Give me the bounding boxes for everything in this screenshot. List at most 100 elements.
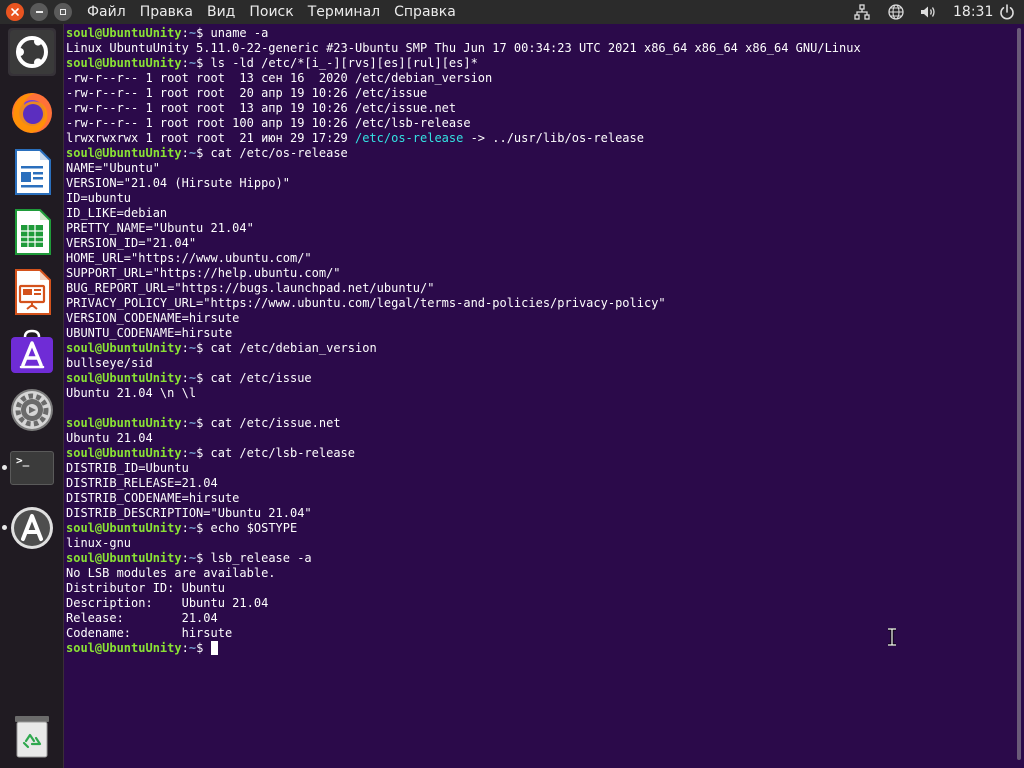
prompt-line: soul@UbuntuUnity:~$ cat /etc/os-release: [66, 146, 348, 160]
symlink-target: -> ../usr/lib/os-release: [463, 131, 644, 145]
menu-view[interactable]: Вид: [200, 4, 242, 20]
terminal-icon: >_: [10, 451, 54, 485]
output-line: -rw-r--r-- 1 root root 13 апр 19 10:26 /…: [66, 101, 457, 115]
command-text: cat /etc/os-release: [210, 146, 348, 160]
prompt-path: ~: [188, 341, 197, 355]
command-text: cat /etc/debian_version: [210, 341, 377, 355]
prompt-path: ~: [188, 26, 197, 40]
prompt-user: soul@UbuntuUnity: [66, 521, 182, 535]
command-text: lsb_release -a: [210, 551, 312, 565]
menu-terminal[interactable]: Терминал: [301, 4, 387, 20]
output-line: BUG_REPORT_URL="https://bugs.launchpad.n…: [66, 281, 435, 295]
command-text: cat /etc/issue: [210, 371, 312, 385]
prompt-user: soul@UbuntuUnity: [66, 641, 182, 655]
prompt-user: soul@UbuntuUnity: [66, 551, 182, 565]
output-line: VERSION="21.04 (Hirsute Hippo)": [66, 176, 290, 190]
output-line: Distributor ID: Ubuntu: [66, 581, 225, 595]
output-line: Linux UbuntuUnity 5.11.0-22-generic #23-…: [66, 41, 861, 55]
ubuntu-logo-icon: [10, 30, 54, 74]
impress-icon: [15, 269, 51, 315]
menu-search[interactable]: Поиск: [242, 4, 300, 20]
output-line: HOME_URL="https://www.ubuntu.com/": [66, 251, 312, 265]
software-updater-icon: [11, 507, 53, 549]
output-line: NAME="Ubuntu": [66, 161, 160, 175]
running-indicator: [2, 465, 7, 470]
output-line: -rw-r--r-- 1 root root 100 апр 19 10:26 …: [66, 116, 471, 130]
output-line: -rw-r--r-- 1 root root 13 сен 16 2020 /e…: [66, 71, 493, 85]
trash-launcher[interactable]: [8, 712, 56, 760]
software-updater-launcher[interactable]: [8, 504, 56, 552]
output-line: bullseye/sid: [66, 356, 153, 370]
prompt-user: soul@UbuntuUnity: [66, 56, 182, 70]
command-text: echo $OSTYPE: [210, 521, 298, 535]
ubuntu-dash-button[interactable]: [8, 28, 56, 76]
impress-launcher[interactable]: [8, 268, 56, 316]
output-line: No LSB modules are available.: [66, 566, 276, 580]
output-line: PRETTY_NAME="Ubuntu 21.04": [66, 221, 254, 235]
app-center-launcher[interactable]: [8, 328, 56, 376]
app-menu-bar: Файл Правка Вид Поиск Терминал Справка: [80, 0, 463, 24]
power-indicator[interactable]: [998, 3, 1016, 21]
prompt-path: ~: [188, 521, 197, 535]
prompt-path: ~: [188, 146, 197, 160]
prompt-line: soul@UbuntuUnity:~$ cat /etc/lsb-release: [66, 446, 356, 460]
sound-indicator[interactable]: [919, 3, 937, 21]
minimize-window-button[interactable]: [30, 3, 48, 21]
output-line: DISTRIB_RELEASE=21.04: [66, 476, 218, 490]
prompt-user: soul@UbuntuUnity: [66, 26, 182, 40]
prompt-line: soul@UbuntuUnity:~$ echo $OSTYPE: [66, 521, 298, 535]
output-line: DISTRIB_CODENAME=hirsute: [66, 491, 240, 505]
clock[interactable]: 18:31: [953, 0, 993, 24]
network-indicator[interactable]: [853, 3, 871, 21]
menu-file[interactable]: Файл: [80, 4, 133, 20]
command-text: cat /etc/lsb-release: [210, 446, 356, 460]
output-line: VERSION_ID="21.04": [66, 236, 197, 250]
menu-help[interactable]: Справка: [387, 4, 463, 20]
menu-edit[interactable]: Правка: [133, 4, 200, 20]
output-line: Ubuntu 21.04: [66, 431, 153, 445]
settings-launcher[interactable]: [8, 386, 56, 434]
prompt-line: soul@UbuntuUnity:~$ cat /etc/issue: [66, 371, 312, 385]
output-line: DISTRIB_DESCRIPTION="Ubuntu 21.04": [66, 506, 312, 520]
prompt-path: ~: [188, 641, 197, 655]
running-indicator: [2, 525, 7, 530]
prompt-path: ~: [188, 446, 197, 460]
output-line: Codename: hirsute: [66, 626, 233, 640]
prompt-path: ~: [188, 56, 197, 70]
top-panel: Файл Правка Вид Поиск Терминал Справка 1…: [0, 0, 1024, 24]
text-cursor-icon: [888, 628, 896, 646]
firefox-launcher[interactable]: [8, 88, 56, 136]
output-line: Ubuntu 21.04 \n \l: [66, 386, 197, 400]
output-line: SUPPORT_URL="https://help.ubuntu.com/": [66, 266, 341, 280]
command-text: ls -ld /etc/*[i_-][rvs][es][rul][es]*: [210, 56, 478, 70]
prompt-path: ~: [188, 551, 197, 565]
network-icon: [854, 4, 870, 20]
prompt-line: soul@UbuntuUnity:~$ cat /etc/debian_vers…: [66, 341, 377, 355]
maximize-window-button[interactable]: [54, 3, 72, 21]
prompt-line: soul@UbuntuUnity:~$ ls -ld /etc/*[i_-][r…: [66, 56, 478, 70]
prompt-line: soul@UbuntuUnity:~$: [66, 641, 1014, 656]
output-text: lrwxrwxrwx 1 root root 21 июн 29 17:29: [66, 131, 355, 145]
output-line: ID=ubuntu: [66, 191, 132, 205]
symlink-name: /etc/os-release: [354, 131, 464, 145]
calc-icon: [15, 209, 51, 255]
prompt-line: soul@UbuntuUnity:~$ lsb_release -a: [66, 551, 312, 565]
terminal-cursor: [210, 641, 218, 655]
writer-launcher[interactable]: [8, 148, 56, 196]
prompt-user: soul@UbuntuUnity: [66, 446, 182, 460]
output-line: DISTRIB_ID=Ubuntu: [66, 461, 189, 475]
close-window-button[interactable]: [6, 3, 24, 21]
scrollbar-thumb[interactable]: [1017, 28, 1021, 760]
keyboard-layout-indicator[interactable]: [887, 3, 905, 21]
output-line: Release: 21.04: [66, 611, 218, 625]
calc-launcher[interactable]: [8, 208, 56, 256]
output-line: -rw-r--r-- 1 root root 20 апр 19 10:26 /…: [66, 86, 428, 100]
launcher: >_: [0, 24, 64, 768]
output-line: ID_LIKE=debian: [66, 206, 168, 220]
close-icon: [11, 8, 19, 16]
terminal-launcher[interactable]: >_: [8, 444, 56, 492]
terminal-scrollbar[interactable]: [1014, 24, 1024, 768]
terminal-output[interactable]: soul@UbuntuUnity:~$ uname -a Linux Ubuntu…: [64, 24, 1014, 768]
power-icon: [1000, 4, 1014, 20]
